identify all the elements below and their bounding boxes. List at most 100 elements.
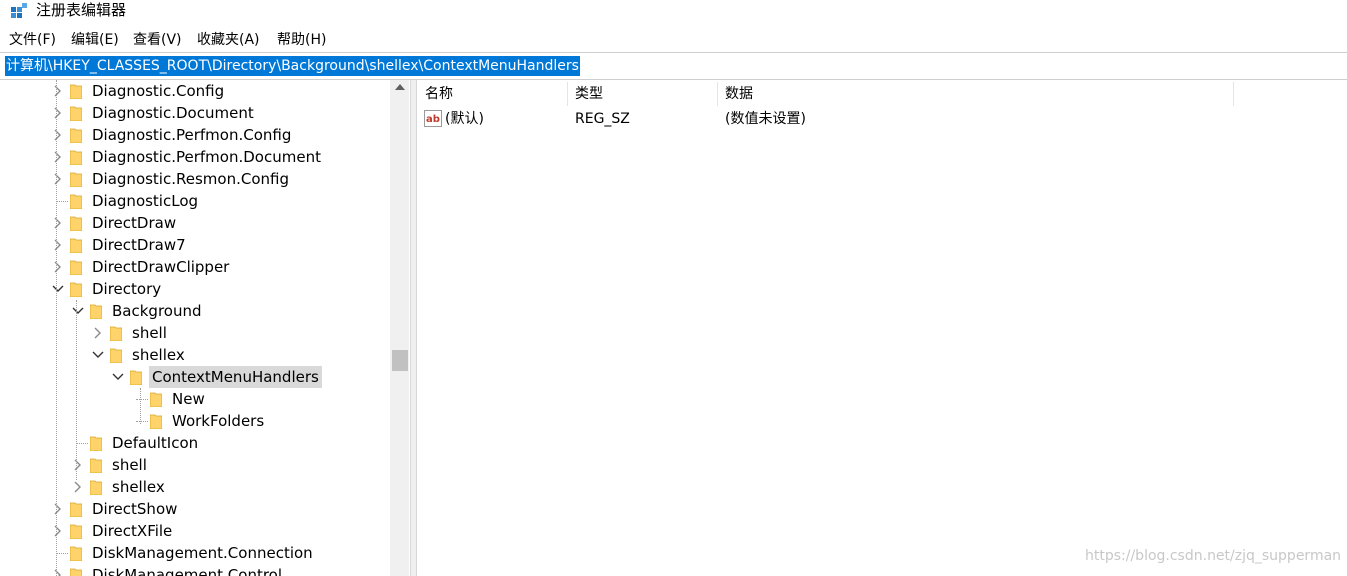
values-list[interactable]: 名称 类型 数据 ab (默认) REG_SZ (数值未设置) [418,80,1347,576]
tree-node[interactable]: shell [0,322,390,344]
tree-node[interactable]: Background [0,300,390,322]
tree-node[interactable]: DirectShow [0,498,390,520]
chevron-down-icon[interactable] [72,300,84,322]
column-name[interactable]: 名称 [418,82,565,106]
tree-node[interactable]: WorkFolders [0,410,390,432]
tree-node-label[interactable]: DirectXFile [89,520,175,542]
folder-icon [70,568,82,576]
folder-icon [70,172,82,187]
tree-node[interactable]: DirectXFile [0,520,390,542]
tree-node-label[interactable]: DirectDraw [89,212,179,234]
chevron-right-icon[interactable] [92,322,104,344]
tree-node-label[interactable]: DirectShow [89,498,180,520]
key-tree[interactable]: Diagnostic.Config Diagnostic.Document Diag… [0,80,410,576]
tree-node-label[interactable]: DiagnosticLog [89,190,201,212]
chevron-right-icon[interactable] [52,256,64,278]
folder-icon [70,282,82,297]
menu-file[interactable]: 文件(F) [9,30,56,50]
tree-node[interactable]: New [0,388,390,410]
tree-node[interactable]: Directory [0,278,390,300]
chevron-right-icon[interactable] [52,168,64,190]
tree-node[interactable]: DiskManagement.Connection [0,542,390,564]
menu-edit[interactable]: 编辑(E) [71,30,119,50]
chevron-down-icon[interactable] [112,366,124,388]
tree-node-label[interactable]: Directory [89,278,164,300]
svg-text:ab: ab [426,114,440,125]
folder-icon [110,326,122,341]
folder-icon [90,480,102,495]
folder-icon [70,260,82,275]
tree-node[interactable]: DirectDrawClipper [0,256,390,278]
chevron-right-icon[interactable] [52,124,64,146]
folder-icon [70,502,82,517]
menu-help[interactable]: 帮助(H) [277,30,326,50]
address-bar[interactable]: 计算机\HKEY_CLASSES_ROOT\Directory\Backgrou… [0,52,1347,80]
tree-node-label[interactable]: Background [109,300,205,322]
folder-icon [110,348,122,363]
tree-node-label[interactable]: DiskManagement.Control [89,564,285,576]
folder-icon [70,524,82,539]
chevron-right-icon[interactable] [52,564,64,576]
menu-view[interactable]: 查看(V) [133,30,182,50]
menu-favorites[interactable]: 收藏夹(A) [197,30,260,50]
tree-node[interactable]: Diagnostic.Document [0,102,390,124]
tree-node-label[interactable]: Diagnostic.Document [89,102,257,124]
tree-node[interactable]: shell [0,454,390,476]
tree-node[interactable]: DefaultIcon [0,432,390,454]
tree-node[interactable]: DiskManagement.Control [0,564,390,576]
title-bar: 注册表编辑器 [0,0,1347,24]
tree-node[interactable]: ContextMenuHandlers [0,366,390,388]
tree-scrollbar[interactable] [390,80,409,576]
tree-node-label[interactable]: Diagnostic.Perfmon.Config [89,124,294,146]
tree-node[interactable]: Diagnostic.Perfmon.Config [0,124,390,146]
chevron-down-icon[interactable] [52,278,64,300]
chevron-right-icon[interactable] [72,476,84,498]
address-path[interactable]: 计算机\HKEY_CLASSES_ROOT\Directory\Backgrou… [5,56,580,76]
tree-node-label[interactable]: Diagnostic.Perfmon.Document [89,146,324,168]
tree-node-label[interactable]: ContextMenuHandlers [149,366,322,388]
tree-node[interactable]: Diagnostic.Perfmon.Document [0,146,390,168]
chevron-right-icon[interactable] [52,146,64,168]
chevron-right-icon[interactable] [52,102,64,124]
tree-node-label[interactable]: DiskManagement.Connection [89,542,316,564]
tree-node-label[interactable]: Diagnostic.Config [89,80,227,102]
tree-node-label[interactable]: shell [129,322,170,344]
tree-node-label[interactable]: DirectDraw7 [89,234,189,256]
column-type[interactable]: 类型 [568,82,715,106]
folder-icon [70,128,82,143]
tree-node[interactable]: DirectDraw7 [0,234,390,256]
chevron-right-icon[interactable] [52,498,64,520]
tree-node-label[interactable]: shell [109,454,150,476]
tree-node-label[interactable]: shellex [129,344,188,366]
tree-node[interactable]: Diagnostic.Config [0,80,390,102]
column-data[interactable]: 数据 [718,82,1225,106]
tree-node-label[interactable]: DefaultIcon [109,432,201,454]
menu-bar: 文件(F) 编辑(E) 查看(V) 收藏夹(A) 帮助(H) [0,28,1347,52]
chevron-right-icon[interactable] [52,234,64,256]
string-value-icon: ab [424,110,442,127]
scroll-thumb[interactable] [392,350,408,371]
folder-icon [70,150,82,165]
folder-icon [90,436,102,451]
chevron-right-icon[interactable] [52,212,64,234]
folder-icon [70,106,82,121]
tree-node-label[interactable]: New [169,388,208,410]
tree-node[interactable]: shellex [0,344,390,366]
tree-node-label[interactable]: shellex [109,476,168,498]
value-name[interactable]: (默认) [445,108,484,130]
pane-splitter[interactable] [410,80,417,576]
tree-connector [76,300,77,480]
tree-node[interactable]: DiagnosticLog [0,190,390,212]
tree-node[interactable]: DirectDraw [0,212,390,234]
chevron-right-icon[interactable] [72,454,84,476]
tree-node-label[interactable]: DirectDrawClipper [89,256,232,278]
tree-node[interactable]: shellex [0,476,390,498]
chevron-right-icon[interactable] [52,520,64,542]
chevron-right-icon[interactable] [52,80,64,102]
scroll-up-icon[interactable] [395,84,405,90]
folder-icon [90,304,102,319]
chevron-down-icon[interactable] [92,344,104,366]
tree-node-label[interactable]: Diagnostic.Resmon.Config [89,168,292,190]
tree-node-label[interactable]: WorkFolders [169,410,267,432]
tree-node[interactable]: Diagnostic.Resmon.Config [0,168,390,190]
